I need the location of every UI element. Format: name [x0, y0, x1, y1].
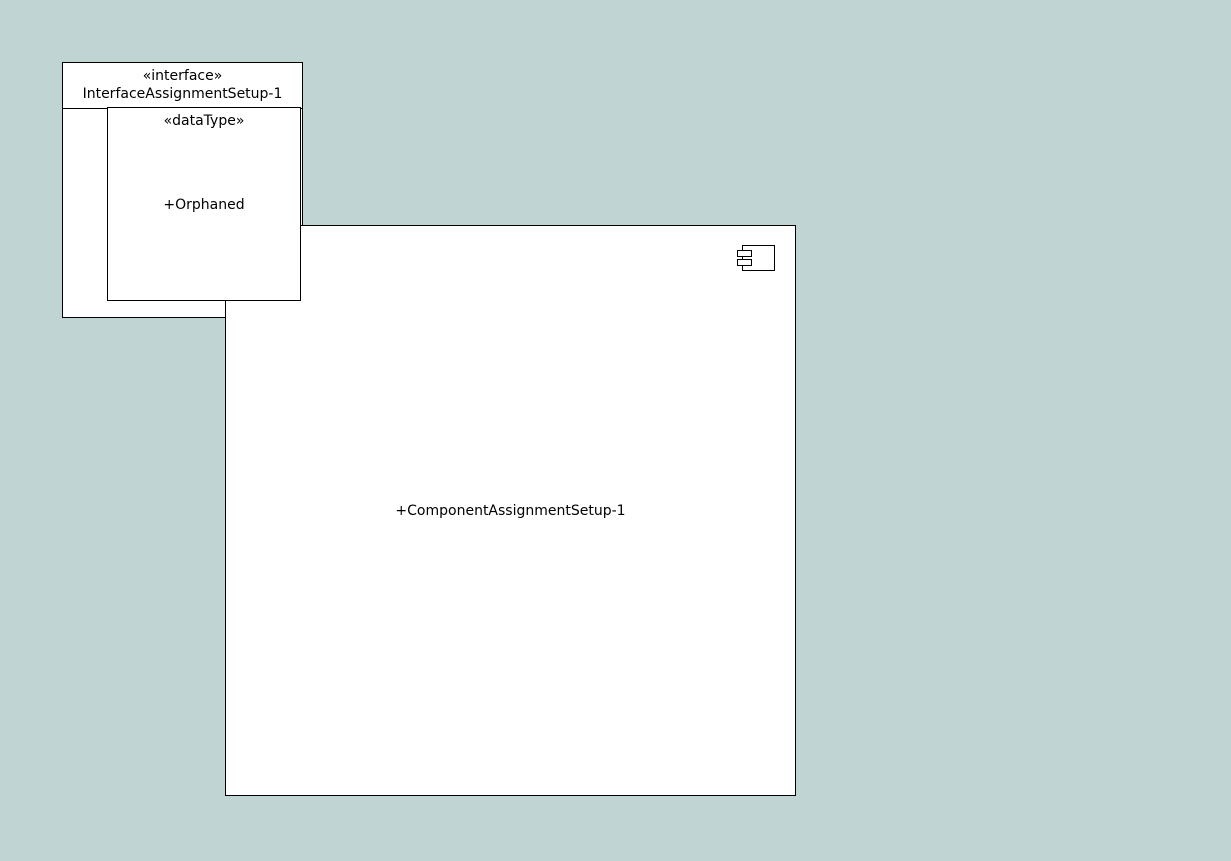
- component-name: +ComponentAssignmentSetup-1: [395, 503, 626, 519]
- diagram-canvas[interactable]: «interface» InterfaceAssignmentSetup-1 +…: [0, 0, 1231, 861]
- datatype-name: +Orphaned: [163, 197, 245, 213]
- interface-header: «interface» InterfaceAssignmentSetup-1: [63, 63, 302, 109]
- datatype-stereotype: «dataType»: [163, 113, 245, 129]
- interface-name: InterfaceAssignmentSetup-1: [82, 86, 283, 102]
- component-element[interactable]: +ComponentAssignmentSetup-1: [225, 225, 796, 796]
- datatype-element[interactable]: «dataType» +Orphaned: [107, 107, 301, 301]
- component-icon: [737, 245, 775, 271]
- interface-stereotype: «interface»: [142, 68, 223, 84]
